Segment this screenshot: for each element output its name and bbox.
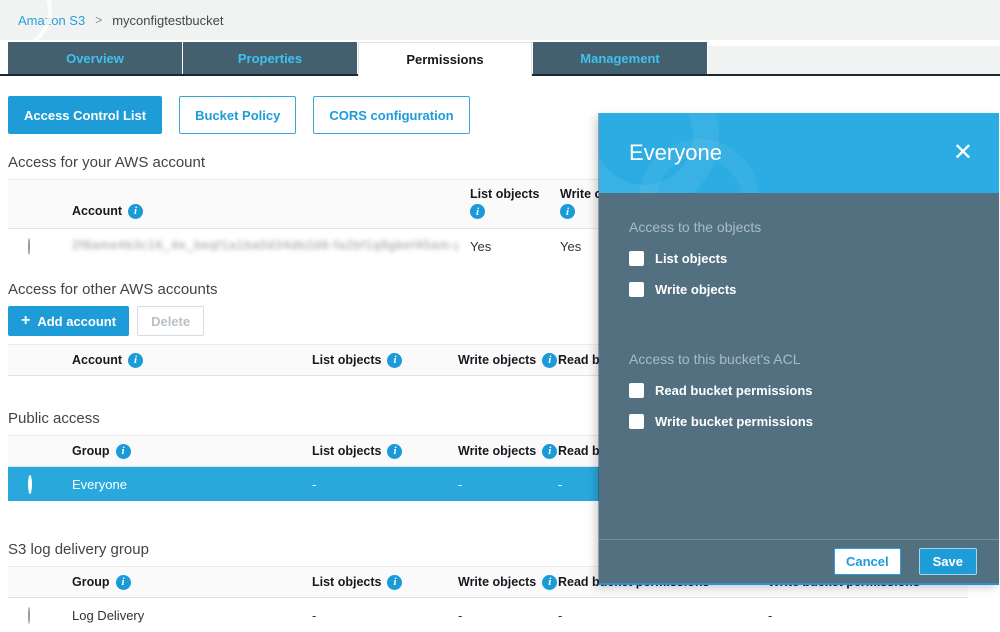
plus-icon: + xyxy=(21,312,30,330)
column-header-account: Account i xyxy=(72,345,312,375)
checkbox-row-read-bucket-permissions[interactable]: Read bucket permissions xyxy=(629,383,969,398)
info-icon[interactable]: i xyxy=(470,204,485,219)
column-header-list-objects: List objects i xyxy=(312,567,458,597)
background-swirl-decoration xyxy=(0,0,52,40)
tab-management[interactable]: Management xyxy=(533,42,707,74)
info-icon[interactable]: i xyxy=(116,575,131,590)
info-icon[interactable]: i xyxy=(128,204,143,219)
acl-group-heading: Access to this bucket's ACL xyxy=(629,351,969,367)
access-control-list-button[interactable]: Access Control List xyxy=(8,96,162,134)
cell-write-objects: - xyxy=(458,608,558,623)
everyone-permissions-modal: Everyone ✕ Access to the objects List ob… xyxy=(598,113,999,585)
breadcrumb-separator: > xyxy=(95,13,102,27)
tab-bar: Overview Properties Permissions Manageme… xyxy=(0,40,1000,76)
tab-properties[interactable]: Properties xyxy=(183,42,357,74)
objects-group-heading: Access to the objects xyxy=(629,219,969,235)
bucket-policy-button[interactable]: Bucket Policy xyxy=(179,96,296,134)
column-header-list-objects: List objects i xyxy=(312,436,458,466)
column-header-account: Account i xyxy=(72,194,470,228)
row-radio[interactable] xyxy=(28,607,30,624)
modal-title: Everyone xyxy=(629,140,953,166)
info-icon[interactable]: i xyxy=(542,353,557,368)
column-header-write-objects: Write objects i xyxy=(458,345,558,375)
write-bucket-permissions-checkbox[interactable] xyxy=(629,414,644,429)
tab-overview[interactable]: Overview xyxy=(8,42,182,74)
info-icon[interactable]: i xyxy=(116,444,131,459)
cell-list-objects: Yes xyxy=(470,239,560,254)
close-icon[interactable]: ✕ xyxy=(953,141,973,165)
column-header-list-objects: List objects i xyxy=(470,180,560,228)
cell-write-bucket: - xyxy=(768,608,968,623)
cell-group-name: Log Delivery xyxy=(72,608,312,623)
header-spacer xyxy=(8,436,72,466)
row-radio[interactable] xyxy=(28,238,30,255)
cell-write-objects: - xyxy=(458,477,558,492)
cors-configuration-button[interactable]: CORS configuration xyxy=(313,96,469,134)
checkbox-row-write-bucket-permissions[interactable]: Write bucket permissions xyxy=(629,414,969,429)
modal-footer: Cancel Save xyxy=(599,539,999,583)
checkbox-row-list-objects[interactable]: List objects xyxy=(629,251,969,266)
save-button[interactable]: Save xyxy=(919,548,977,575)
column-header-group: Group i xyxy=(72,567,312,597)
info-icon[interactable]: i xyxy=(128,353,143,368)
breadcrumb-current-bucket: myconfigtestbucket xyxy=(112,13,223,28)
column-header-list-objects: List objects i xyxy=(312,345,458,375)
checkbox-row-write-objects[interactable]: Write objects xyxy=(629,282,969,297)
header-spacer xyxy=(8,345,72,375)
info-icon[interactable]: i xyxy=(387,444,402,459)
row-radio-selected[interactable] xyxy=(28,475,32,494)
info-icon[interactable]: i xyxy=(560,204,575,219)
info-icon[interactable]: i xyxy=(542,444,557,459)
tab-permissions[interactable]: Permissions xyxy=(358,42,532,76)
breadcrumb: Amazon S3 > myconfigtestbucket xyxy=(0,0,1000,40)
read-bucket-permissions-checkbox[interactable] xyxy=(629,383,644,398)
modal-body: Access to the objects List objects Write… xyxy=(599,193,999,539)
add-account-button[interactable]: + Add account xyxy=(8,306,129,336)
list-objects-checkbox[interactable] xyxy=(629,251,644,266)
header-spacer xyxy=(8,567,72,597)
info-icon[interactable]: i xyxy=(387,353,402,368)
column-header-write-objects: Write objects i xyxy=(458,567,558,597)
cancel-button[interactable]: Cancel xyxy=(834,548,901,575)
delete-button: Delete xyxy=(137,306,204,336)
cell-list-objects: - xyxy=(312,477,458,492)
cell-group-name: Everyone xyxy=(72,477,312,492)
column-header-write-objects: Write objects i xyxy=(458,436,558,466)
cell-read-bucket: - xyxy=(558,608,768,623)
info-icon[interactable]: i xyxy=(387,575,402,590)
info-icon[interactable]: i xyxy=(542,575,557,590)
header-spacer xyxy=(8,180,72,228)
cell-list-objects: - xyxy=(312,608,458,623)
tab-bar-filler xyxy=(708,46,1000,74)
table-row-log-delivery[interactable]: Log Delivery - - - - xyxy=(8,598,968,632)
modal-header: Everyone ✕ xyxy=(599,113,999,193)
write-objects-checkbox[interactable] xyxy=(629,282,644,297)
column-header-group: Group i xyxy=(72,436,312,466)
redacted-account-id: 2f8ame4b3c16_4e_beqf1a1ba0d34db2d8-fa2bf… xyxy=(72,238,457,252)
